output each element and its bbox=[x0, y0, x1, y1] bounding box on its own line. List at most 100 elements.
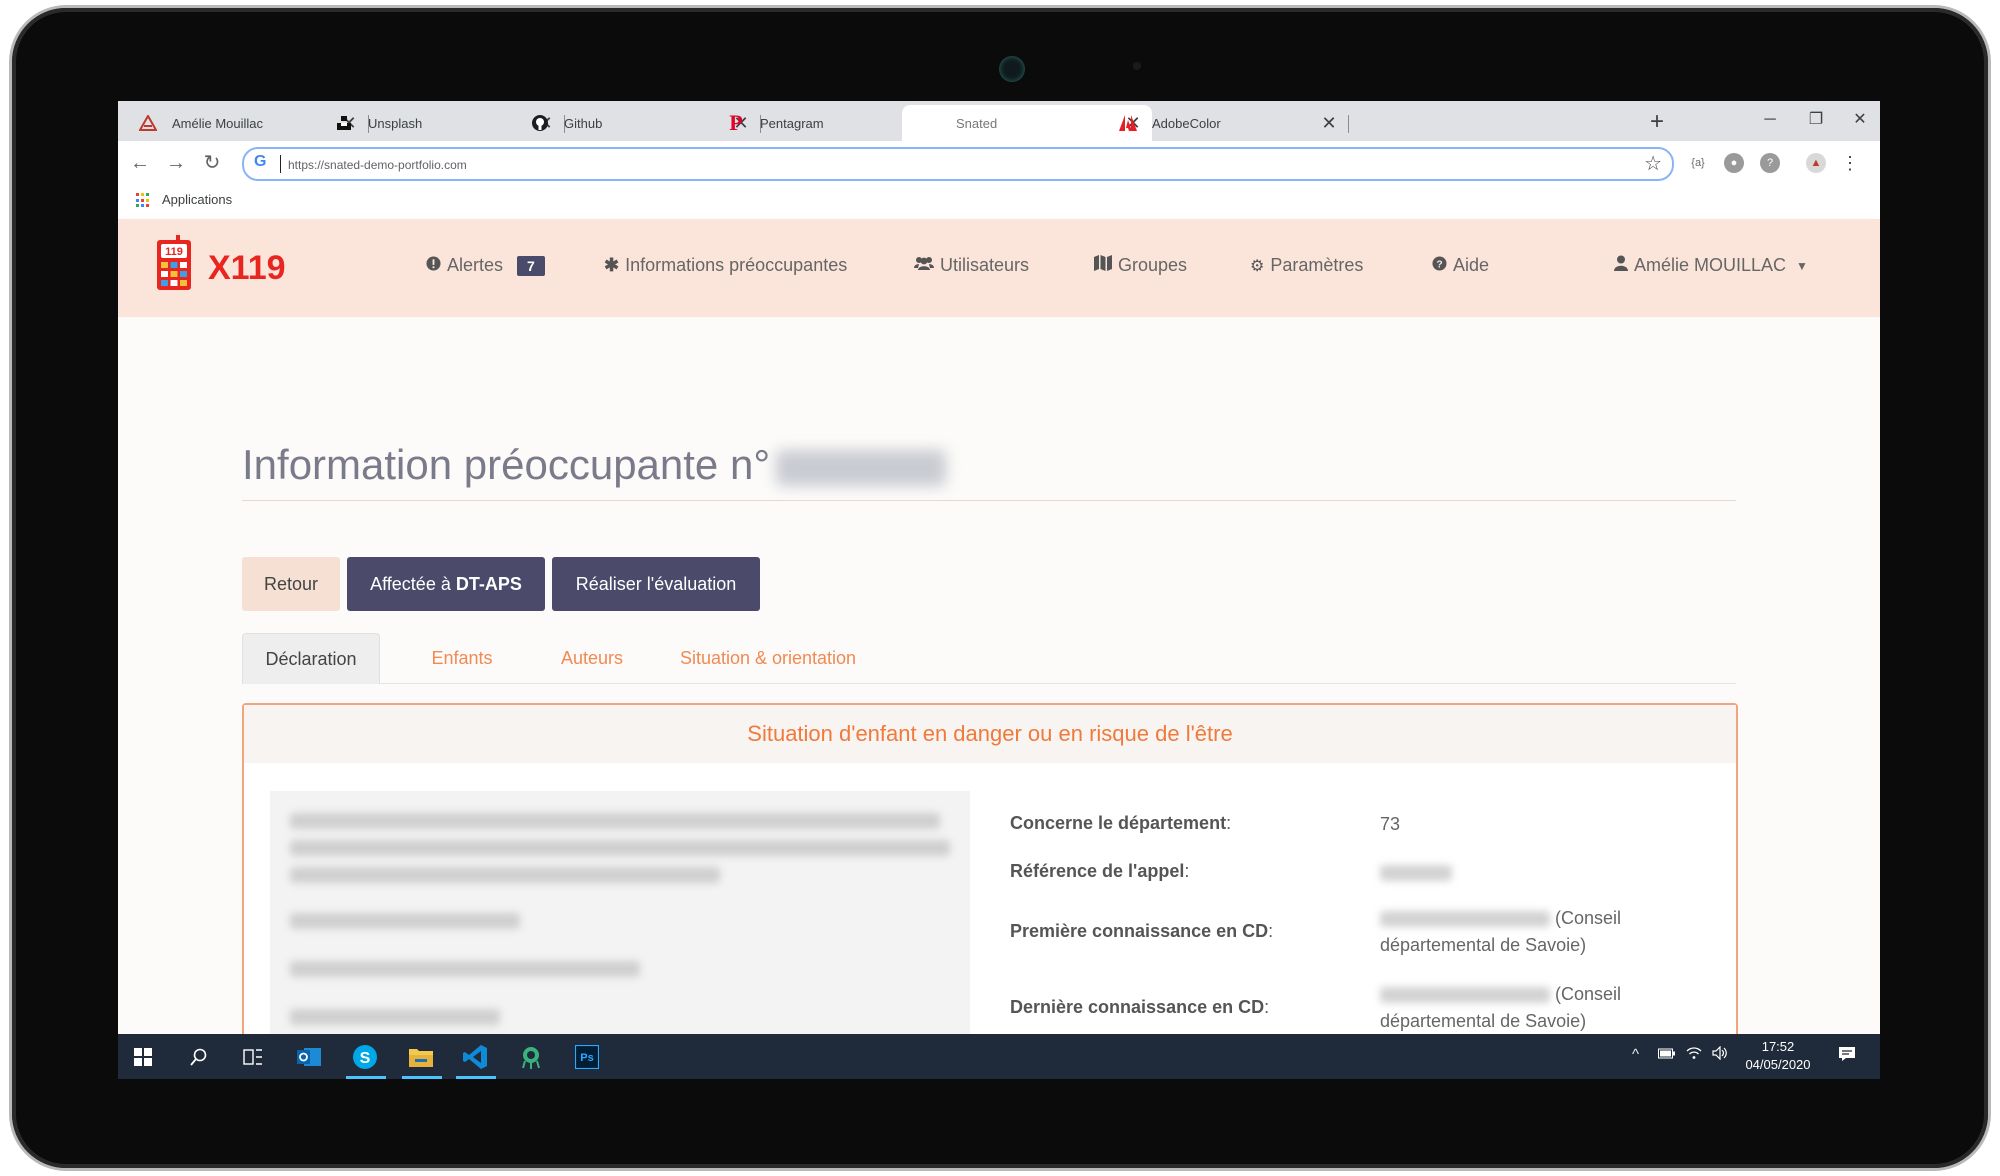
exclamation-circle-icon bbox=[426, 255, 441, 276]
bookmark-star-icon[interactable]: ☆ bbox=[1644, 151, 1662, 176]
camera-lens bbox=[999, 56, 1025, 82]
shield-icon[interactable]: ? bbox=[1760, 153, 1780, 173]
back-arrow-icon[interactable]: ← bbox=[128, 151, 152, 175]
tray-chevron-up-icon[interactable]: ^ bbox=[1632, 1046, 1639, 1063]
screen: Amélie Mouillac ✕ Unsplash ✕ Github ✕ P … bbox=[118, 101, 1880, 1079]
field-derniere-label: Dernière connaissance en CD: bbox=[1010, 997, 1270, 1017]
svg-text:Ps: Ps bbox=[580, 1052, 593, 1064]
new-tab-button[interactable]: + bbox=[1642, 107, 1672, 137]
google-icon: G bbox=[254, 153, 267, 170]
nav-parametres[interactable]: ⚙ Paramètres bbox=[1250, 255, 1363, 276]
app-navbar: 119 X119 Alertes 7 ✱ Informations préocc… bbox=[118, 219, 1880, 317]
profile-avatar-icon[interactable]: ▲ bbox=[1806, 153, 1826, 173]
outlook-icon[interactable] bbox=[294, 1042, 324, 1072]
bookmarks-bar: Applications bbox=[118, 183, 1880, 219]
gitkraken-icon[interactable] bbox=[516, 1042, 546, 1072]
ip-tabs: Déclaration Enfants Auteurs Situation & … bbox=[242, 633, 1736, 684]
photoshop-icon[interactable]: Ps bbox=[572, 1042, 602, 1072]
tab-enfants[interactable]: Enfants bbox=[412, 633, 512, 683]
address-bar[interactable]: G ☆ bbox=[242, 147, 1674, 181]
tab-auteurs[interactable]: Auteurs bbox=[542, 633, 642, 683]
nav-alertes[interactable]: Alertes 7 bbox=[426, 255, 545, 276]
x119-logo-icon[interactable]: 119 bbox=[156, 235, 192, 293]
nav-utilisateurs[interactable]: Utilisateurs bbox=[914, 255, 1029, 276]
notifications-icon[interactable] bbox=[1838, 1046, 1856, 1066]
nav-aide-label: Aide bbox=[1453, 255, 1490, 275]
battery-icon[interactable] bbox=[1658, 1046, 1676, 1063]
svg-text:?: ? bbox=[1436, 259, 1442, 270]
close-window-icon[interactable]: ✕ bbox=[1838, 105, 1880, 135]
field-premiere-label: Première connaissance en CD: bbox=[1010, 921, 1274, 941]
app-logo-text[interactable]: X119 bbox=[208, 249, 286, 288]
logo-badge-text: 119 bbox=[165, 246, 183, 258]
cookie-icon[interactable]: ● bbox=[1724, 153, 1744, 173]
nav-groupes[interactable]: Groupes bbox=[1094, 255, 1187, 276]
users-icon bbox=[914, 255, 934, 276]
adobe-icon bbox=[1118, 113, 1138, 133]
field-reference-label: Référence de l'appel: bbox=[1010, 861, 1190, 881]
main-content: Information préoccupante n° Retour Affec… bbox=[118, 317, 1880, 1051]
task-view-icon[interactable] bbox=[238, 1042, 268, 1072]
retour-button[interactable]: Retour bbox=[242, 557, 340, 611]
browser-toolbar: ← → ↻ G ☆ {a} ● ? ▲ ⋮ bbox=[118, 141, 1880, 183]
pentagram-icon: P bbox=[729, 110, 743, 135]
vscode-active-indicator bbox=[456, 1076, 496, 1079]
skype-active-indicator bbox=[346, 1076, 386, 1079]
minimize-icon[interactable]: ─ bbox=[1748, 105, 1792, 135]
alert-count-badge: 7 bbox=[517, 255, 545, 276]
affectee-target: DT-APS bbox=[455, 574, 522, 594]
field-derniere-value: (Conseil départemental de Savoie) bbox=[1380, 984, 1622, 1031]
evaluation-button[interactable]: Réaliser l'évaluation bbox=[552, 557, 760, 611]
close-tab-icon[interactable]: ✕ bbox=[1318, 113, 1340, 134]
reload-icon[interactable]: ↻ bbox=[200, 151, 224, 175]
redacted-line bbox=[290, 913, 520, 929]
nav-groupes-label: Groupes bbox=[1118, 255, 1188, 275]
affectee-button[interactable]: Affectée à DT-APS bbox=[347, 557, 545, 611]
tab-declaration[interactable]: Déclaration bbox=[242, 633, 380, 684]
forward-arrow-icon[interactable]: → bbox=[164, 151, 188, 175]
map-icon bbox=[1094, 255, 1112, 276]
title-divider bbox=[242, 500, 1736, 501]
nav-utilisateurs-label: Utilisateurs bbox=[940, 255, 1030, 275]
nav-aide[interactable]: ? Aide bbox=[1432, 255, 1489, 276]
svg-text:S: S bbox=[360, 1050, 371, 1067]
field-premiere-value: (Conseil départemental de Savoie) bbox=[1380, 908, 1622, 955]
light-sensor bbox=[1133, 62, 1141, 70]
user-menu[interactable]: Amélie MOUILLAC ▼ bbox=[1614, 255, 1808, 276]
user-name: Amélie MOUILLAC bbox=[1634, 255, 1787, 275]
skype-icon[interactable]: S bbox=[350, 1042, 380, 1072]
redacted-line bbox=[290, 840, 950, 856]
extension-icon[interactable]: {a} bbox=[1688, 153, 1708, 173]
gears-icon: ⚙ bbox=[1250, 257, 1265, 275]
vscode-icon[interactable] bbox=[460, 1042, 490, 1072]
affectee-prefix: Affectée à bbox=[370, 574, 451, 594]
clock-date: 04/05/2020 bbox=[1745, 1057, 1811, 1072]
search-icon[interactable] bbox=[184, 1042, 214, 1072]
wifi-icon[interactable] bbox=[1686, 1046, 1702, 1064]
field-reference-value bbox=[1380, 859, 1452, 886]
restore-icon[interactable]: ❐ bbox=[1794, 105, 1838, 135]
browser-tab-adobecolor[interactable]: AdobeColor ✕ bbox=[1098, 105, 1349, 141]
redacted-ip-number bbox=[776, 449, 947, 486]
asterisk-icon: ✱ bbox=[604, 255, 620, 275]
windows-start-icon[interactable] bbox=[128, 1042, 158, 1072]
bookmark-applications[interactable]: Applications bbox=[162, 192, 232, 207]
volume-icon[interactable] bbox=[1712, 1045, 1728, 1064]
nav-alertes-label: Alertes bbox=[447, 255, 504, 275]
browser-tab-strip: Amélie Mouillac ✕ Unsplash ✕ Github ✕ P … bbox=[118, 101, 1880, 141]
page-title: Information préoccupante n° bbox=[242, 441, 947, 489]
apps-grid-icon[interactable] bbox=[136, 193, 151, 208]
taskbar-clock[interactable]: 17:52 04/05/2020 bbox=[1738, 1038, 1818, 1074]
redacted-date bbox=[1380, 987, 1550, 1004]
amelie-logo-icon bbox=[138, 113, 158, 133]
file-explorer-icon[interactable] bbox=[406, 1042, 436, 1072]
nav-informations[interactable]: ✱ Informations préoccupantes bbox=[604, 255, 847, 276]
tab-situation-orientation[interactable]: Situation & orientation bbox=[668, 633, 868, 683]
menu-dots-icon[interactable]: ⋮ bbox=[1840, 153, 1860, 173]
url-input[interactable] bbox=[286, 154, 1590, 176]
page-title-text: Information préoccupante n° bbox=[242, 441, 771, 488]
declaration-text-redacted bbox=[270, 791, 970, 1051]
tab-title: AdobeColor bbox=[1152, 115, 1221, 131]
windows-taskbar: S Ps ^ 17:52 04/05/2020 bbox=[118, 1034, 1880, 1079]
redacted-date bbox=[1380, 911, 1550, 928]
